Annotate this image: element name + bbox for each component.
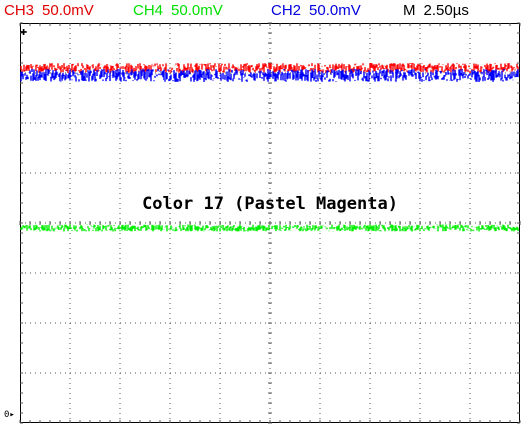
- scope-display: Color 17 (Pastel Magenta): [19, 22, 521, 424]
- ch4-scale: 50.0mV: [171, 2, 223, 19]
- display-label: Color 17 (Pastel Magenta): [142, 194, 398, 214]
- trigger-position-icon[interactable]: ✚: [20, 25, 27, 37]
- ch3-readout[interactable]: CH3 50.0mV: [4, 0, 94, 22]
- timebase-mode: M: [403, 2, 416, 19]
- ch3-scale: 50.0mV: [42, 2, 94, 19]
- ground-arrow-icon: ▸: [9, 410, 15, 420]
- ch3-name: CH3: [4, 2, 35, 19]
- ch4-readout[interactable]: CH4 50.0mV: [133, 0, 223, 22]
- trace-ch4: [20, 224, 519, 232]
- ch2-name: CH2: [271, 2, 302, 19]
- timebase-readout[interactable]: M 2.50µs: [403, 0, 469, 22]
- ch2-scale: 50.0mV: [309, 2, 361, 19]
- ch2-readout[interactable]: CH2 50.0mV: [271, 0, 361, 22]
- timebase-value: 2.50µs: [423, 2, 469, 19]
- channel-header-bar: CH3 50.0mV CH4 50.0mV CH2 50.0mV M 2.50µs: [0, 0, 523, 22]
- ch4-name: CH4: [133, 2, 164, 19]
- waveform-area: [20, 63, 519, 232]
- ground-marker[interactable]: 0▸: [4, 410, 15, 420]
